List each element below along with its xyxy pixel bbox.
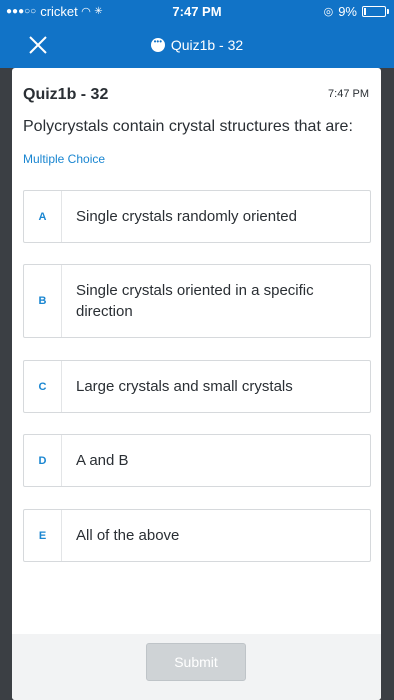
chat-bubble-icon <box>150 37 165 52</box>
option-letter: E <box>24 510 62 561</box>
nav-title: Quiz1b - 32 <box>0 37 394 53</box>
question-type: Multiple Choice <box>23 152 106 166</box>
quiz-title: Quiz1b - 32 <box>23 86 109 103</box>
header: ●●●○○ cricket ◜◝ ✳ 7:47 PM ◎ 9% Quiz1b -… <box>0 0 394 68</box>
battery-percent: 9% <box>338 4 357 19</box>
option-d[interactable]: D A and B <box>23 434 371 487</box>
option-text: Single crystals oriented in a specific d… <box>76 282 314 320</box>
submit-button[interactable]: Submit <box>146 643 246 681</box>
option-text: A and B <box>76 452 129 469</box>
option-text: All of the above <box>76 527 180 544</box>
option-e[interactable]: E All of the above <box>23 509 371 562</box>
orientation-lock-icon: ◎ <box>323 6 334 18</box>
status-right: ◎ 9% <box>323 4 389 19</box>
option-c[interactable]: C Large crystals and small crystals <box>23 360 371 413</box>
question-text: Polycrystals contain crystal structures … <box>23 118 353 135</box>
option-text: Large crystals and small crystals <box>76 378 293 395</box>
option-letter: B <box>24 265 62 337</box>
option-a[interactable]: A Single crystals randomly oriented <box>23 190 371 243</box>
status-bar: ●●●○○ cricket ◜◝ ✳ 7:47 PM ◎ 9% <box>0 0 394 22</box>
option-b[interactable]: B Single crystals oriented in a specific… <box>23 264 371 338</box>
option-text: Single crystals randomly oriented <box>76 208 297 225</box>
quiz-time: 7:47 PM <box>328 88 369 100</box>
battery-icon <box>362 6 389 17</box>
card-footer: Submit <box>12 634 381 700</box>
option-letter: A <box>24 191 62 242</box>
quiz-card: Quiz1b - 32 7:47 PM Polycrystals contain… <box>12 68 381 700</box>
option-letter: D <box>24 435 62 486</box>
nav-title-text: Quiz1b - 32 <box>170 37 244 53</box>
option-letter: C <box>24 361 62 412</box>
